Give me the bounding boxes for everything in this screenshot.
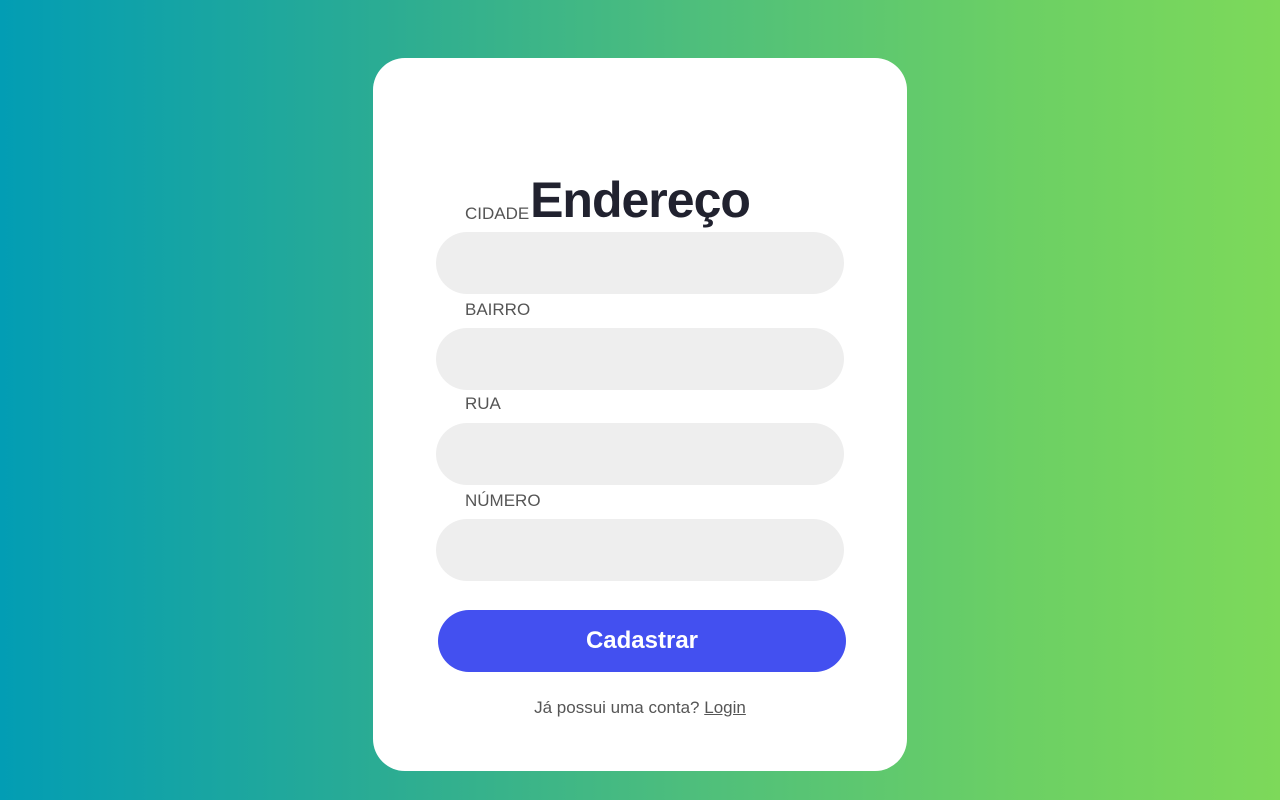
number-label: NÚMERO: [465, 491, 541, 510]
street-input[interactable]: [436, 423, 844, 485]
street-label: RUA: [465, 394, 501, 413]
register-button[interactable]: Cadastrar: [438, 610, 846, 672]
login-link[interactable]: Login: [704, 698, 746, 717]
number-input[interactable]: [436, 519, 844, 581]
login-prompt-text: Já possui uma conta?: [534, 698, 700, 717]
login-prompt: Já possui uma conta? Login: [373, 698, 907, 718]
neighborhood-input[interactable]: [436, 328, 844, 390]
page-title: Endereço: [530, 172, 751, 228]
city-input[interactable]: [436, 232, 844, 294]
address-form-card: Endereço CIDADE BAIRRO RUA NÚMERO Cadast…: [373, 58, 907, 771]
neighborhood-label: BAIRRO: [465, 300, 531, 319]
city-label: CIDADE: [465, 204, 530, 223]
